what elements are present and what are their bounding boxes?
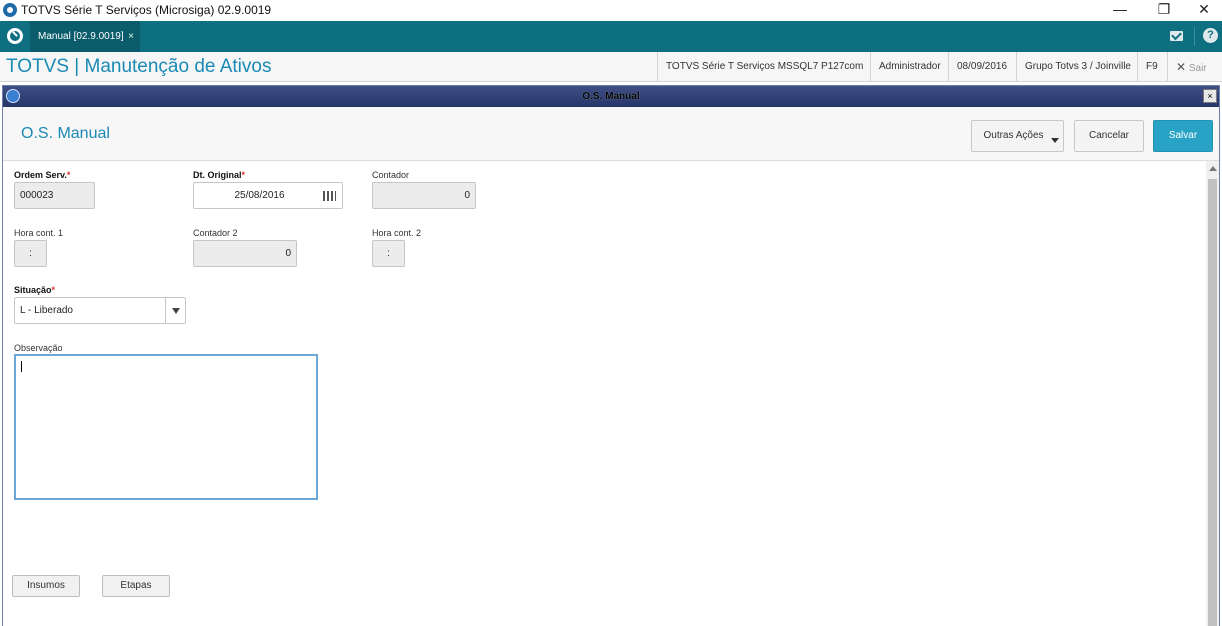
ordem-serv-field[interactable]: 000023 — [14, 182, 95, 209]
observacao-label: Observação — [14, 343, 63, 353]
situacao-value: L - Liberado — [20, 305, 73, 316]
ordem-label: Ordem Serv.* — [14, 170, 71, 180]
save-button[interactable]: Salvar — [1153, 120, 1213, 152]
minimize-button[interactable]: — — [1100, 0, 1140, 21]
situacao-label: Situação* — [14, 285, 56, 295]
exit-button[interactable]: ✕ Sair — [1167, 52, 1215, 82]
exit-label: Sair — [1188, 63, 1207, 74]
dt-original-label: Dt. Original* — [193, 170, 246, 180]
app-header: TOTVS | Manutenção de Ativos TOTVS Série… — [0, 52, 1222, 82]
observacao-textarea[interactable] — [14, 354, 318, 500]
contador2-field[interactable]: 0 — [193, 240, 297, 267]
cancel-button[interactable]: Cancelar — [1074, 120, 1144, 152]
home-icon[interactable] — [7, 28, 23, 44]
form-content: Ordem Serv.* 000023 Dt. Original* 25/08/… — [3, 161, 1219, 626]
chevron-down-icon — [1051, 138, 1059, 143]
hora2-label: Hora cont. 2 — [372, 228, 422, 238]
contador-field[interactable]: 0 — [372, 182, 476, 209]
close-window-button[interactable]: ✕ — [1184, 0, 1222, 21]
tab-manual[interactable]: Manual [02.9.0019] × — [30, 21, 140, 52]
insumos-button[interactable]: Insumos — [12, 575, 80, 597]
hora-cont2-field[interactable]: : — [372, 240, 405, 267]
date-info: 08/09/2016 — [948, 52, 1015, 82]
hora-cont1-field[interactable]: : — [14, 240, 47, 267]
tab-bar: Manual [02.9.0019] × ? — [0, 21, 1222, 52]
dialog-titlebar: O.S. Manual × — [3, 86, 1219, 107]
contador2-label: Contador 2 — [193, 228, 238, 238]
tab-close-icon[interactable]: × — [128, 21, 134, 52]
restore-button[interactable]: ❐ — [1144, 0, 1184, 21]
form-header: O.S. Manual Outras Ações Cancelar Salvar — [3, 107, 1219, 161]
divider — [1194, 27, 1195, 46]
form-title: O.S. Manual — [21, 125, 110, 142]
app-logo-icon — [3, 3, 17, 17]
dialog-title: O.S. Manual — [582, 91, 640, 102]
scroll-up-icon[interactable] — [1209, 166, 1217, 171]
shortcut-f9[interactable]: F9 — [1137, 52, 1166, 82]
mail-icon[interactable] — [1170, 31, 1183, 41]
help-icon[interactable]: ? — [1203, 28, 1218, 43]
chevron-down-icon[interactable] — [165, 298, 185, 323]
tab-label: Manual [02.9.0019] — [38, 31, 124, 42]
etapas-button[interactable]: Etapas — [102, 575, 170, 597]
situacao-select[interactable]: L - Liberado — [14, 297, 186, 324]
os-titlebar: TOTVS Série T Serviços (Microsiga) 02.9.… — [0, 0, 1222, 21]
environment-info: TOTVS Série T Serviços MSSQL7 P127com — [657, 52, 871, 82]
close-icon: ✕ — [1176, 60, 1187, 74]
window-title: TOTVS Série T Serviços (Microsiga) 02.9.… — [21, 3, 272, 17]
app-title: TOTVS | Manutenção de Ativos — [6, 56, 272, 77]
calendar-icon[interactable] — [323, 191, 336, 201]
os-manual-dialog: O.S. Manual × O.S. Manual Outras Ações C… — [2, 85, 1220, 626]
dt-original-field[interactable]: 25/08/2016 — [193, 182, 343, 209]
text-cursor — [21, 361, 22, 372]
more-actions-button[interactable]: Outras Ações — [971, 120, 1064, 152]
vertical-scrollbar[interactable] — [1206, 161, 1219, 626]
hora1-label: Hora cont. 1 — [14, 228, 64, 238]
dialog-close-button[interactable]: × — [1203, 89, 1217, 103]
company-info[interactable]: Grupo Totvs 3 / Joinville — [1016, 52, 1139, 82]
contador-label: Contador — [372, 170, 410, 180]
scroll-thumb[interactable] — [1208, 179, 1217, 626]
dt-original-value: 25/08/2016 — [234, 190, 285, 201]
user-info[interactable]: Administrador — [870, 52, 949, 82]
more-actions-label: Outras Ações — [983, 130, 1044, 141]
